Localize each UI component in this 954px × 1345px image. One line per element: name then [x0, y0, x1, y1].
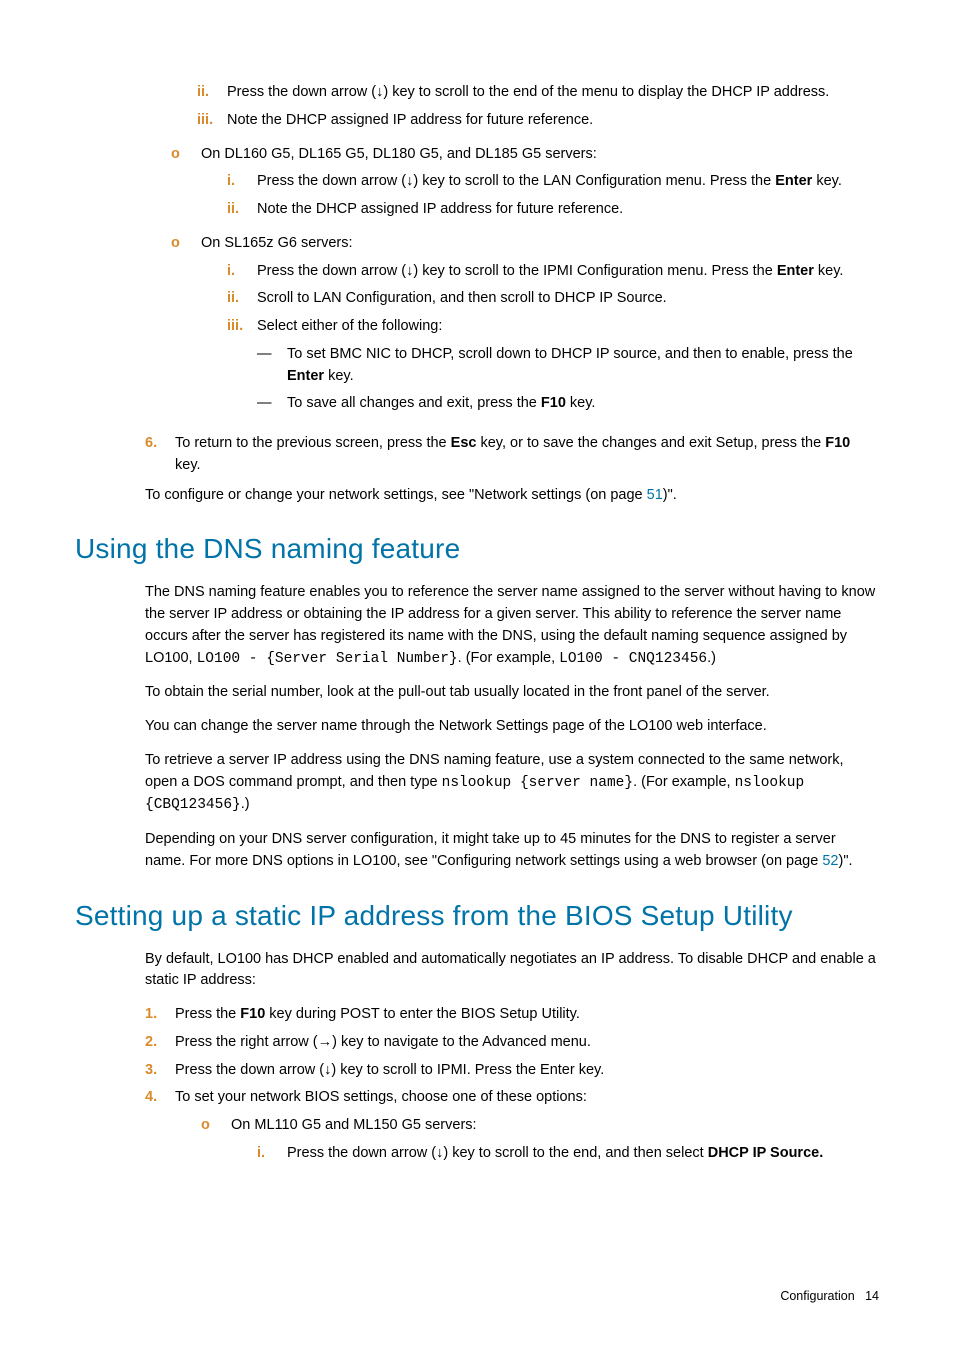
page-link-51[interactable]: 51 — [647, 487, 663, 503]
step-iii: iii. Note the DHCP assigned IP address f… — [197, 110, 879, 132]
paragraph: To retrieve a server IP address using th… — [145, 750, 879, 817]
code-text: nslookup {server name} — [442, 775, 633, 791]
text: On SL165z G6 servers: — [201, 235, 353, 251]
text: )". — [838, 853, 852, 869]
text: To save all changes and exit, press the — [287, 395, 541, 411]
paragraph: To obtain the serial number, look at the… — [145, 682, 879, 704]
content-block-static: By default, LO100 has DHCP enabled and a… — [145, 949, 879, 1177]
step-ii: ii. Note the DHCP assigned IP address fo… — [227, 199, 879, 221]
footer-page-number: 14 — [865, 1289, 879, 1303]
text: Press the right arrow ( — [175, 1034, 318, 1050]
text: . (For example, — [633, 774, 735, 790]
footer-section: Configuration — [780, 1289, 854, 1303]
text: Scroll to LAN Configuration, and then sc… — [257, 288, 879, 310]
text: On DL160 G5, DL165 G5, DL180 G5, and DL1… — [201, 146, 597, 162]
page-link-52[interactable]: 52 — [822, 853, 838, 869]
bold-text: Enter — [777, 263, 814, 279]
text: ) key to scroll to the LAN Configuration… — [413, 173, 775, 189]
code-text: LO100 - {Server Serial Number} — [197, 651, 458, 667]
bold-text: Esc — [451, 435, 477, 451]
paragraph: The DNS naming feature enables you to re… — [145, 582, 879, 670]
step-i: i. Press the down arrow (↓) key to scrol… — [227, 261, 879, 283]
text: Select either of the following: — [257, 318, 442, 334]
text: key. — [566, 395, 596, 411]
bold-text: Enter — [287, 368, 324, 384]
text: Press the — [175, 1006, 240, 1022]
text: Press the down arrow ( — [257, 173, 406, 189]
step-ii: ii. Press the down arrow (↓) key to scro… — [197, 82, 879, 104]
step-2: 2. Press the right arrow (→) key to navi… — [145, 1032, 879, 1054]
text: To set BMC NIC to DHCP, scroll down to D… — [287, 346, 853, 362]
bullet-dl-servers: o On DL160 G5, DL165 G5, DL180 G5, and D… — [171, 144, 879, 227]
bold-text: DHCP IP Source. — [708, 1145, 824, 1161]
heading-dns: Using the DNS naming feature — [75, 528, 879, 570]
text: Depending on your DNS server configurati… — [145, 831, 836, 869]
text: Press the down arrow ( — [287, 1145, 436, 1161]
step-6: 6. To return to the previous screen, pre… — [145, 433, 879, 477]
bold-text: F10 — [825, 435, 850, 451]
text: To set your network BIOS settings, choos… — [175, 1089, 587, 1105]
text: . (For example, — [458, 650, 560, 666]
step-1: 1. Press the F10 key during POST to ente… — [145, 1004, 879, 1026]
bold-text: F10 — [240, 1006, 265, 1022]
dash-item: — To save all changes and exit, press th… — [257, 393, 879, 415]
text: Note the DHCP assigned IP address for fu… — [227, 110, 879, 132]
text: key. — [812, 173, 842, 189]
step-i: i. Press the down arrow (↓) key to scrol… — [257, 1143, 879, 1165]
bold-text: Enter — [775, 173, 812, 189]
paragraph: Depending on your DNS server configurati… — [145, 829, 879, 873]
right-arrow-icon: → — [318, 1034, 333, 1050]
content-block-dns: The DNS naming feature enables you to re… — [145, 582, 879, 872]
text: Press the down arrow ( — [175, 1062, 324, 1078]
text: key during POST to enter the BIOS Setup … — [265, 1006, 580, 1022]
step-3: 3. Press the down arrow (↓) key to scrol… — [145, 1060, 879, 1082]
text: On ML110 G5 and ML150 G5 servers: — [231, 1117, 477, 1133]
step-ii: ii. Scroll to LAN Configuration, and the… — [227, 288, 879, 310]
step-4: 4. To set your network BIOS settings, ch… — [145, 1087, 879, 1176]
dash-item: — To set BMC NIC to DHCP, scroll down to… — [257, 344, 879, 388]
step-i: i. Press the down arrow (↓) key to scrol… — [227, 171, 879, 193]
paragraph-network-settings: To configure or change your network sett… — [145, 485, 879, 507]
text: )". — [663, 487, 677, 503]
text: .) — [241, 796, 250, 812]
text: ) key to scroll to the end, and then sel… — [443, 1145, 707, 1161]
text: .) — [707, 650, 716, 666]
paragraph: You can change the server name through t… — [145, 716, 879, 738]
text: ) key to scroll to the end of the menu t… — [383, 84, 829, 100]
text: key. — [175, 457, 201, 473]
text: Note the DHCP assigned IP address for fu… — [257, 199, 879, 221]
text: Press the down arrow ( — [257, 263, 406, 279]
heading-static-ip: Setting up a static IP address from the … — [75, 895, 879, 937]
bullet-sl-servers: o On SL165z G6 servers: i. Press the dow… — [171, 233, 879, 427]
text: Press the down arrow ( — [227, 84, 376, 100]
text: key. — [814, 263, 844, 279]
text: ) key to scroll to the IPMI Configuratio… — [413, 263, 776, 279]
text: To return to the previous screen, press … — [175, 435, 451, 451]
text: ) key to scroll to IPMI. Press the Enter… — [331, 1062, 604, 1078]
page-footer: Configuration 14 — [75, 1287, 879, 1306]
text: ) key to navigate to the Advanced menu. — [332, 1034, 591, 1050]
bullet-ml-servers: o On ML110 G5 and ML150 G5 servers: i. P… — [201, 1115, 879, 1171]
code-text: LO100 - CNQ123456 — [559, 651, 707, 667]
content-block-top: ii. Press the down arrow (↓) key to scro… — [145, 76, 879, 506]
text: To configure or change your network sett… — [145, 487, 647, 503]
text: key. — [324, 368, 354, 384]
step-iii: iii. Select either of the following: — T… — [227, 316, 879, 421]
bold-text: F10 — [541, 395, 566, 411]
text: key, or to save the changes and exit Set… — [476, 435, 825, 451]
paragraph: By default, LO100 has DHCP enabled and a… — [145, 949, 879, 993]
